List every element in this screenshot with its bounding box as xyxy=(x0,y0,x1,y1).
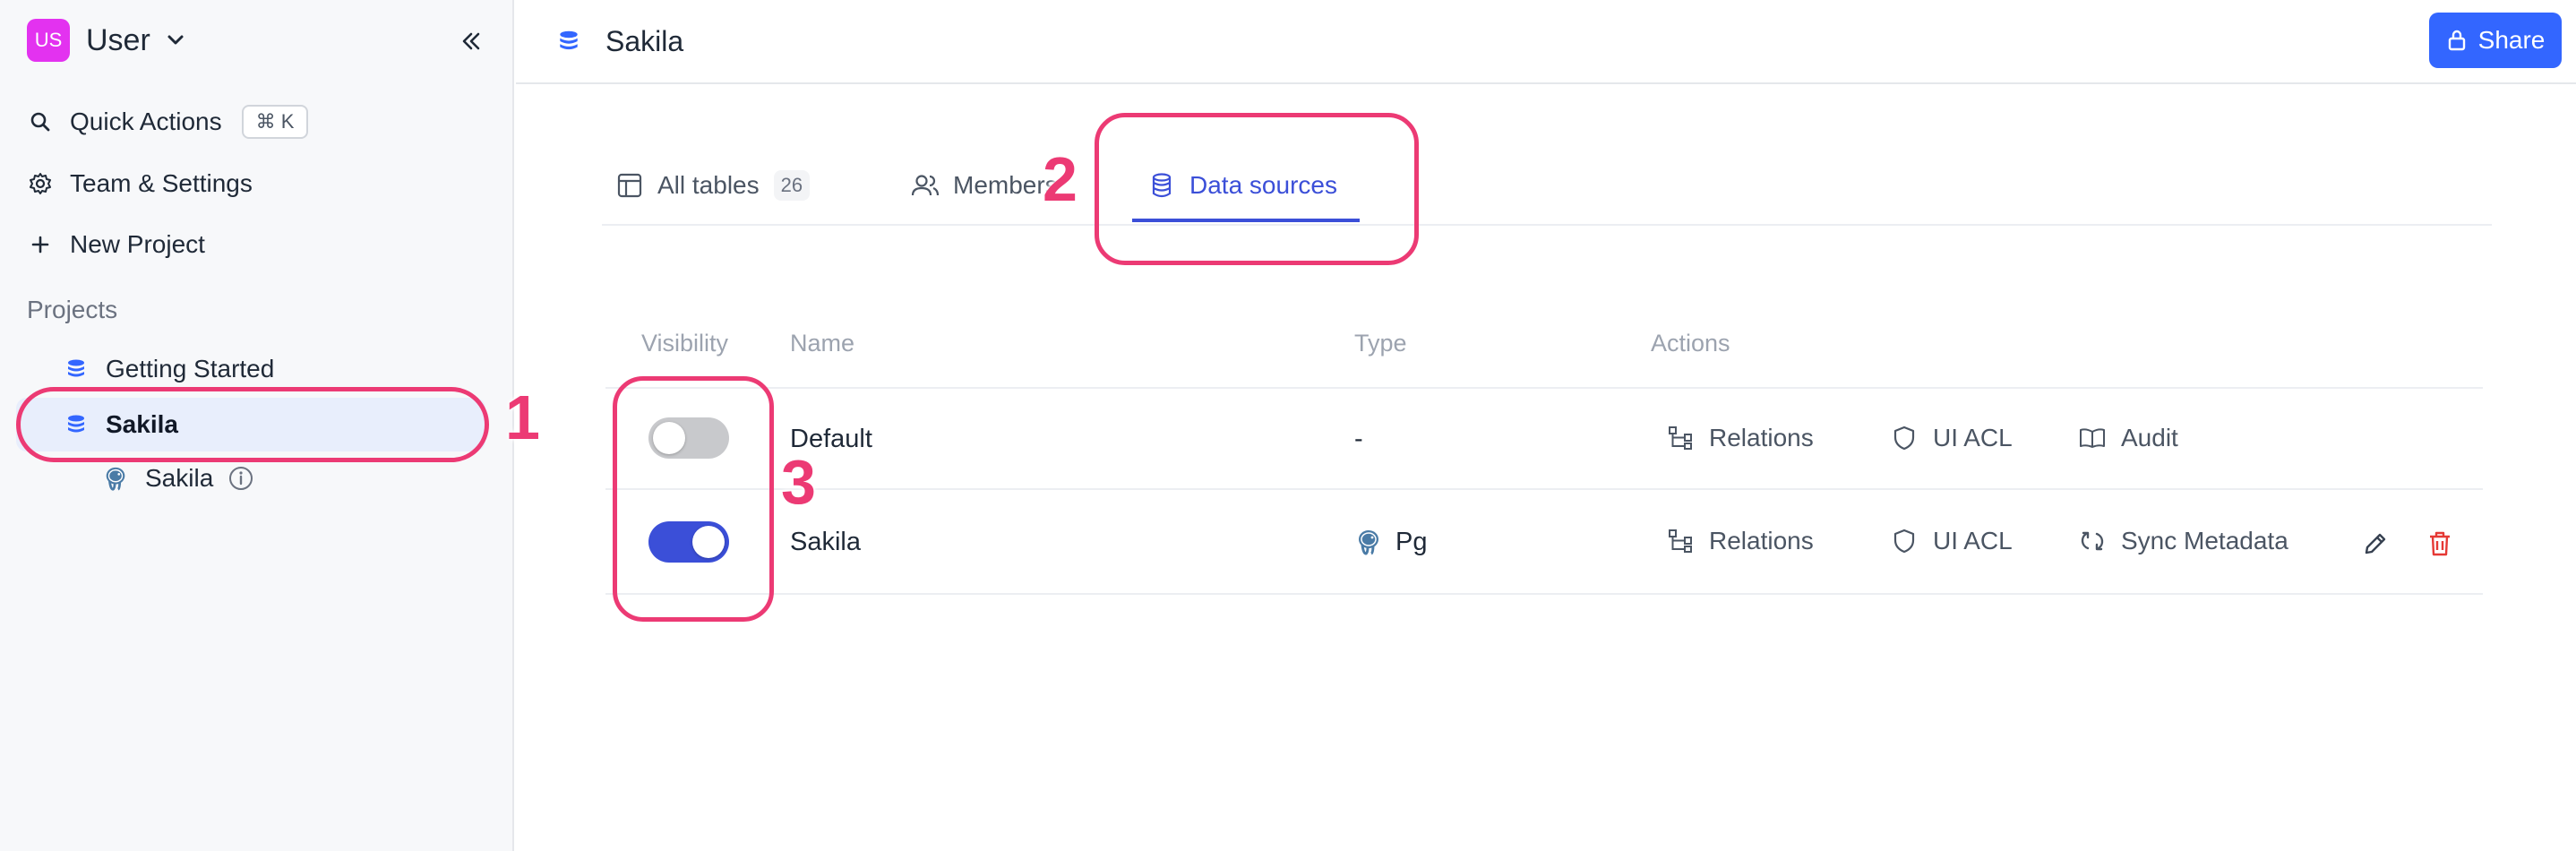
new-project-button[interactable]: New Project xyxy=(27,223,205,266)
datasource-name-sakila: Sakila xyxy=(790,527,861,556)
datasource-type-label: Pg xyxy=(1395,527,1428,556)
project-item-getting-started[interactable]: Getting Started xyxy=(63,342,274,396)
search-icon xyxy=(27,108,54,135)
project-label: Sakila xyxy=(106,410,178,438)
users-icon xyxy=(910,170,940,201)
plus-icon xyxy=(27,231,54,258)
action-label: Relations xyxy=(1709,527,1814,554)
sidebar: US User Quick Actions ⌘ K Team & Setting… xyxy=(0,0,514,851)
chevron-down-icon xyxy=(165,30,186,51)
tab-all-tables[interactable]: All tables 26 xyxy=(614,154,811,217)
row-divider xyxy=(605,488,2483,490)
postgres-icon xyxy=(1354,528,1383,556)
database-icon xyxy=(1146,170,1177,201)
tab-data-sources[interactable]: Data sources xyxy=(1146,154,1337,217)
action-label: Audit xyxy=(2121,424,2178,451)
shield-icon xyxy=(1890,527,1919,555)
ui-acl-button[interactable]: UI ACL xyxy=(1890,420,2013,456)
team-settings-label: Team & Settings xyxy=(70,169,253,197)
team-settings-button[interactable]: Team & Settings xyxy=(27,162,253,205)
datasource-item-sakila[interactable]: Sakila xyxy=(102,451,254,505)
tab-bar: All tables 26 Members Data sources xyxy=(602,154,2492,226)
info-icon[interactable] xyxy=(228,465,254,492)
audit-button[interactable]: Audit xyxy=(2078,420,2178,456)
edit-button[interactable] xyxy=(2357,526,2393,562)
postgres-icon xyxy=(102,465,129,492)
share-label: Share xyxy=(2477,26,2546,54)
visibility-toggle-sakila[interactable] xyxy=(648,521,729,563)
project-label: Getting Started xyxy=(106,355,275,383)
collapse-sidebar-button[interactable] xyxy=(455,25,487,57)
column-header-visibility: Visibility xyxy=(641,330,729,357)
annotation-number-2: 2 xyxy=(1043,144,1078,214)
action-label: UI ACL xyxy=(1933,527,2013,554)
tab-label: Data sources xyxy=(1189,171,1337,199)
toggle-knob xyxy=(653,422,685,454)
projects-section-label: Projects xyxy=(27,296,118,323)
book-icon xyxy=(2078,424,2107,452)
workspace-avatar: US xyxy=(27,19,70,62)
relations-button[interactable]: Relations xyxy=(1666,523,1814,559)
relations-icon xyxy=(1666,527,1695,555)
datasource-type-default: - xyxy=(1354,424,1363,453)
toggle-knob xyxy=(692,526,725,558)
page-title-text: Sakila xyxy=(605,24,684,57)
sync-metadata-button[interactable]: Sync Metadata xyxy=(2078,523,2288,559)
pencil-icon xyxy=(2365,533,2386,554)
top-bar: Sakila Share xyxy=(516,0,2576,84)
relations-button[interactable]: Relations xyxy=(1666,420,1814,456)
table-count-badge: 26 xyxy=(773,170,811,201)
trash-icon xyxy=(2430,531,2450,556)
delete-button[interactable] xyxy=(2422,526,2458,562)
new-project-label: New Project xyxy=(70,230,205,258)
annotation-box-3 xyxy=(613,376,774,622)
database-icon xyxy=(554,26,584,56)
visibility-toggle-default[interactable] xyxy=(648,417,729,459)
lock-icon xyxy=(2448,30,2465,51)
database-icon xyxy=(63,411,90,438)
share-button[interactable]: Share xyxy=(2429,13,2562,68)
relations-icon xyxy=(1666,424,1695,452)
action-label: UI ACL xyxy=(1933,424,2013,451)
quick-actions-button[interactable]: Quick Actions ⌘ K xyxy=(27,100,309,143)
page-title: Sakila xyxy=(554,21,683,61)
tab-members[interactable]: Members xyxy=(910,154,1058,217)
table-icon xyxy=(614,170,645,201)
active-tab-indicator xyxy=(1132,219,1360,222)
row-divider xyxy=(605,387,2483,389)
double-chevron-left-icon xyxy=(462,32,480,50)
shield-icon xyxy=(1890,424,1919,452)
column-header-type: Type xyxy=(1354,330,1407,357)
tab-label: All tables xyxy=(657,171,760,199)
ui-acl-button[interactable]: UI ACL xyxy=(1890,523,2013,559)
row-divider xyxy=(605,593,2483,595)
quick-actions-label: Quick Actions xyxy=(70,107,222,135)
project-item-sakila[interactable]: Sakila xyxy=(16,398,485,451)
annotation-number-1: 1 xyxy=(505,383,540,452)
column-header-actions: Actions xyxy=(1651,330,1730,357)
annotation-number-3: 3 xyxy=(781,447,816,517)
sync-icon xyxy=(2078,527,2107,555)
keyboard-shortcut-badge: ⌘ K xyxy=(241,105,309,139)
datasource-type-sakila: Pg xyxy=(1354,524,1427,560)
workspace-switcher[interactable]: US User xyxy=(27,18,186,63)
gear-icon xyxy=(27,170,54,197)
database-icon xyxy=(63,356,90,383)
action-label: Relations xyxy=(1709,424,1814,451)
action-label: Sync Metadata xyxy=(2121,527,2288,554)
workspace-name: User xyxy=(86,22,150,57)
datasource-label: Sakila xyxy=(145,464,214,492)
column-header-name: Name xyxy=(790,330,855,357)
